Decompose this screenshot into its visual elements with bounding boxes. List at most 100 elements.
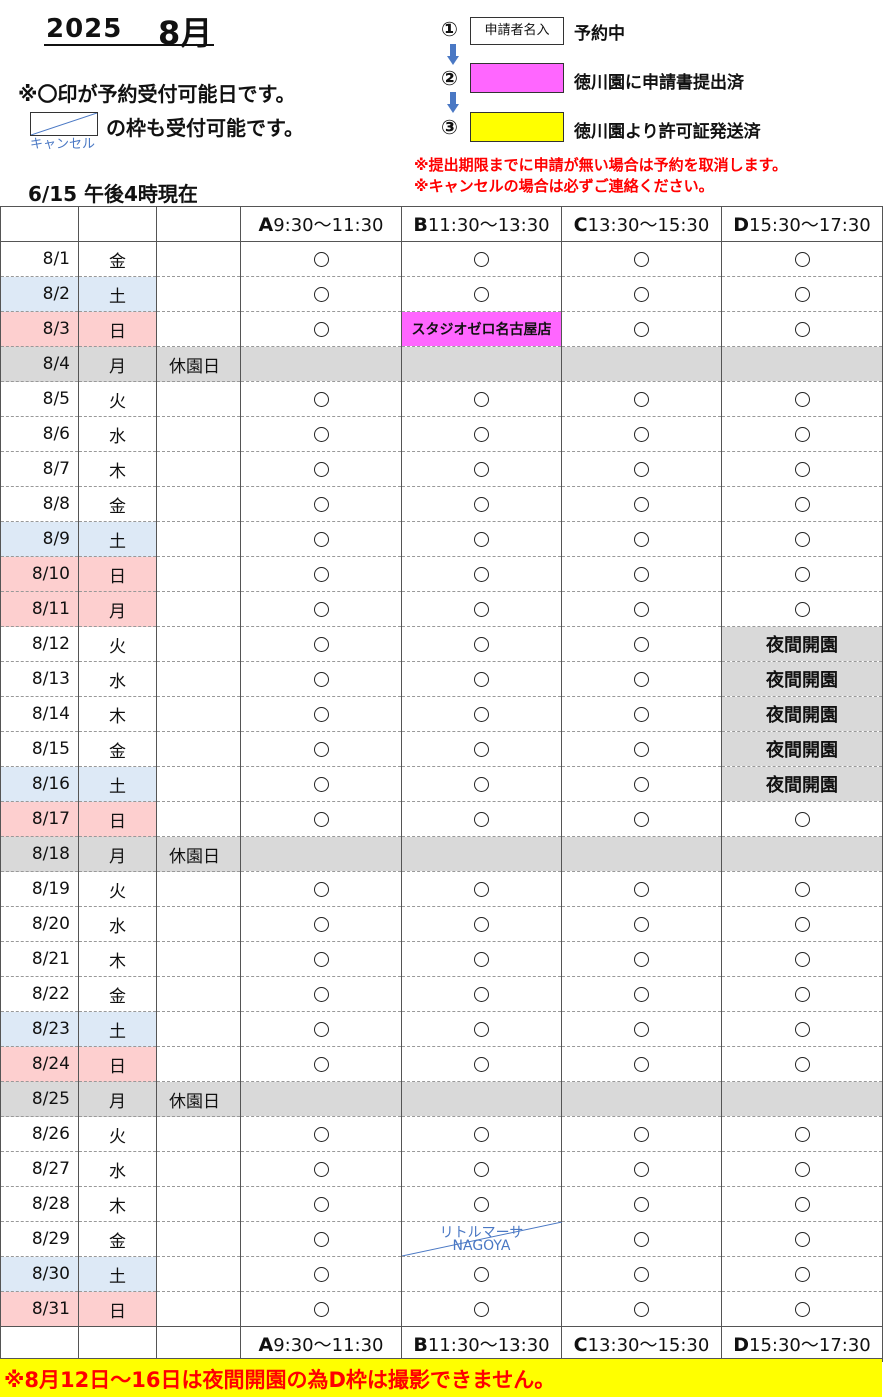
slot-b[interactable] <box>401 661 562 697</box>
slot-a[interactable] <box>240 556 402 592</box>
slot-b[interactable] <box>401 1256 562 1292</box>
slot-c[interactable] <box>561 241 722 277</box>
slot-d[interactable] <box>721 311 883 347</box>
slot-a[interactable] <box>240 1046 402 1082</box>
slot-c[interactable] <box>561 451 722 487</box>
slot-d[interactable] <box>721 906 883 942</box>
slot-c[interactable] <box>561 381 722 417</box>
slot-d[interactable] <box>721 556 883 592</box>
slot-c[interactable] <box>561 1256 722 1292</box>
slot-d[interactable] <box>721 871 883 907</box>
slot-b[interactable] <box>401 276 562 312</box>
slot-b[interactable] <box>401 521 562 557</box>
slot-b[interactable] <box>401 1116 562 1152</box>
slot-d[interactable] <box>721 416 883 452</box>
slot-a[interactable] <box>240 276 402 312</box>
slot-d[interactable] <box>721 1291 883 1327</box>
slot-a[interactable] <box>240 1221 402 1257</box>
slot-b[interactable] <box>401 1151 562 1187</box>
slot-a[interactable] <box>240 976 402 1012</box>
slot-a[interactable] <box>240 416 402 452</box>
slot-a[interactable] <box>240 451 402 487</box>
slot-a[interactable] <box>240 486 402 522</box>
slot-b[interactable] <box>401 556 562 592</box>
slot-c[interactable] <box>561 696 722 732</box>
slot-d[interactable] <box>721 1256 883 1292</box>
slot-c[interactable] <box>561 976 722 1012</box>
slot-b[interactable] <box>401 801 562 837</box>
slot-c[interactable] <box>561 416 722 452</box>
slot-a[interactable] <box>240 1151 402 1187</box>
slot-c[interactable] <box>561 766 722 802</box>
slot-d[interactable] <box>721 1186 883 1222</box>
slot-b[interactable] <box>401 1186 562 1222</box>
slot-c[interactable] <box>561 661 722 697</box>
slot-a[interactable] <box>240 661 402 697</box>
slot-c[interactable] <box>561 941 722 977</box>
slot-a[interactable] <box>240 766 402 802</box>
slot-b[interactable] <box>401 906 562 942</box>
slot-a[interactable] <box>240 1011 402 1047</box>
slot-b[interactable]: リトルマーサ NAGOYA <box>401 1221 562 1257</box>
slot-d[interactable] <box>721 1221 883 1257</box>
slot-c[interactable] <box>561 1011 722 1047</box>
slot-c[interactable] <box>561 801 722 837</box>
slot-c[interactable] <box>561 591 722 627</box>
slot-a[interactable] <box>240 241 402 277</box>
slot-c[interactable] <box>561 486 722 522</box>
slot-b[interactable] <box>401 451 562 487</box>
slot-b[interactable] <box>401 1291 562 1327</box>
slot-a[interactable] <box>240 1186 402 1222</box>
slot-a[interactable] <box>240 696 402 732</box>
slot-d[interactable] <box>721 1151 883 1187</box>
slot-c[interactable] <box>561 906 722 942</box>
slot-a[interactable] <box>240 381 402 417</box>
slot-a[interactable] <box>240 1256 402 1292</box>
slot-d[interactable] <box>721 941 883 977</box>
slot-d[interactable] <box>721 486 883 522</box>
slot-c[interactable] <box>561 556 722 592</box>
slot-b[interactable] <box>401 731 562 767</box>
slot-a[interactable] <box>240 311 402 347</box>
slot-a[interactable] <box>240 521 402 557</box>
slot-a[interactable] <box>240 871 402 907</box>
slot-c[interactable] <box>561 1116 722 1152</box>
slot-b[interactable] <box>401 766 562 802</box>
slot-c[interactable] <box>561 871 722 907</box>
slot-c[interactable] <box>561 1046 722 1082</box>
slot-d[interactable] <box>721 381 883 417</box>
slot-a[interactable] <box>240 731 402 767</box>
slot-b[interactable] <box>401 591 562 627</box>
slot-c[interactable] <box>561 1291 722 1327</box>
slot-b[interactable] <box>401 1011 562 1047</box>
slot-d[interactable] <box>721 801 883 837</box>
slot-d[interactable] <box>721 976 883 1012</box>
slot-b[interactable] <box>401 416 562 452</box>
slot-b[interactable] <box>401 941 562 977</box>
slot-b[interactable] <box>401 976 562 1012</box>
slot-b[interactable] <box>401 241 562 277</box>
slot-c[interactable] <box>561 731 722 767</box>
slot-d[interactable] <box>721 521 883 557</box>
slot-a[interactable] <box>240 801 402 837</box>
slot-c[interactable] <box>561 1186 722 1222</box>
slot-c[interactable] <box>561 1151 722 1187</box>
slot-d[interactable] <box>721 241 883 277</box>
slot-c[interactable] <box>561 1221 722 1257</box>
slot-a[interactable] <box>240 1291 402 1327</box>
slot-b[interactable] <box>401 1046 562 1082</box>
slot-a[interactable] <box>240 906 402 942</box>
slot-c[interactable] <box>561 626 722 662</box>
slot-c[interactable] <box>561 311 722 347</box>
slot-d[interactable] <box>721 591 883 627</box>
slot-c[interactable] <box>561 521 722 557</box>
slot-d[interactable] <box>721 276 883 312</box>
slot-a[interactable] <box>240 1116 402 1152</box>
slot-b[interactable] <box>401 626 562 662</box>
slot-b[interactable] <box>401 871 562 907</box>
slot-c[interactable] <box>561 276 722 312</box>
slot-b[interactable] <box>401 381 562 417</box>
slot-b[interactable] <box>401 486 562 522</box>
slot-a[interactable] <box>240 941 402 977</box>
slot-d[interactable] <box>721 451 883 487</box>
